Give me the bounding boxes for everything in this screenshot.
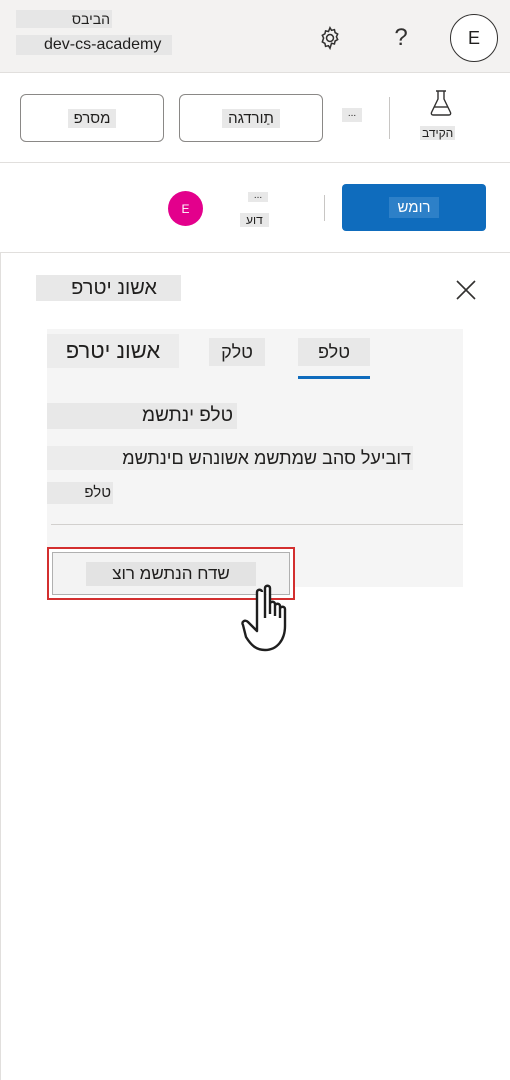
help-button[interactable]: ? <box>384 21 418 55</box>
flask-icon[interactable] <box>428 89 454 117</box>
gear-icon <box>321 25 339 51</box>
collaborator-avatar[interactable]: E <box>168 191 203 226</box>
close-icon[interactable] <box>451 275 481 305</box>
save-button[interactable]: רומש <box>342 184 486 231</box>
actions-row: רומש ... דוע E <box>0 163 510 253</box>
topic-details-panel: אשונ יטרפ טלפ טלק אשונ יטרפ טלפ ינתשמ דו… <box>0 253 510 1080</box>
top-bar: הביבס dev-cs-academy ? E <box>0 0 510 73</box>
share-label: תַורדגה <box>222 108 280 128</box>
panel-title: אשונ יטרפ <box>36 275 181 301</box>
command-bar: מסרפ תַורדגה ... הקידב <box>0 73 510 163</box>
hand-pointer-icon <box>241 584 287 652</box>
tab-topic-details[interactable]: אשונ יטרפ <box>47 334 179 368</box>
environment-name: dev-cs-academy <box>16 35 172 55</box>
publish-label: מסרפ <box>67 108 117 128</box>
section-description: דוביעל סהב שמתשמ אשונהש םינתשמ <box>47 446 413 470</box>
more-commands-button[interactable]: ... <box>342 108 362 122</box>
avatar-initial: E <box>467 27 480 48</box>
tab-input[interactable]: טלק <box>209 338 265 366</box>
create-variable-label: שדח הנתשמ רוצ <box>86 561 256 586</box>
test-label: הקידב <box>420 126 456 140</box>
share-button[interactable]: תַורדגה <box>179 94 323 142</box>
divider <box>324 195 325 221</box>
environment-switcher[interactable]: הביבס dev-cs-academy <box>16 10 172 55</box>
account-avatar[interactable]: E <box>450 14 498 62</box>
tab-output[interactable]: טלפ <box>298 338 370 366</box>
section-heading: טלפ ינתשמ <box>47 403 237 429</box>
section-subtext: טלפ <box>47 482 113 504</box>
selected-tab-indicator <box>298 376 370 379</box>
divider <box>389 97 390 139</box>
publish-button[interactable]: מסרפ <box>20 94 164 142</box>
more-actions-label: דוע <box>240 213 269 227</box>
environment-label: הביבס <box>16 10 112 28</box>
help-icon: ? <box>394 24 408 51</box>
settings-button[interactable] <box>313 21 347 55</box>
more-actions-button[interactable]: ... <box>248 191 268 202</box>
divider <box>51 524 463 525</box>
save-label: רומש <box>389 197 439 218</box>
avatar-initial: E <box>181 201 190 216</box>
